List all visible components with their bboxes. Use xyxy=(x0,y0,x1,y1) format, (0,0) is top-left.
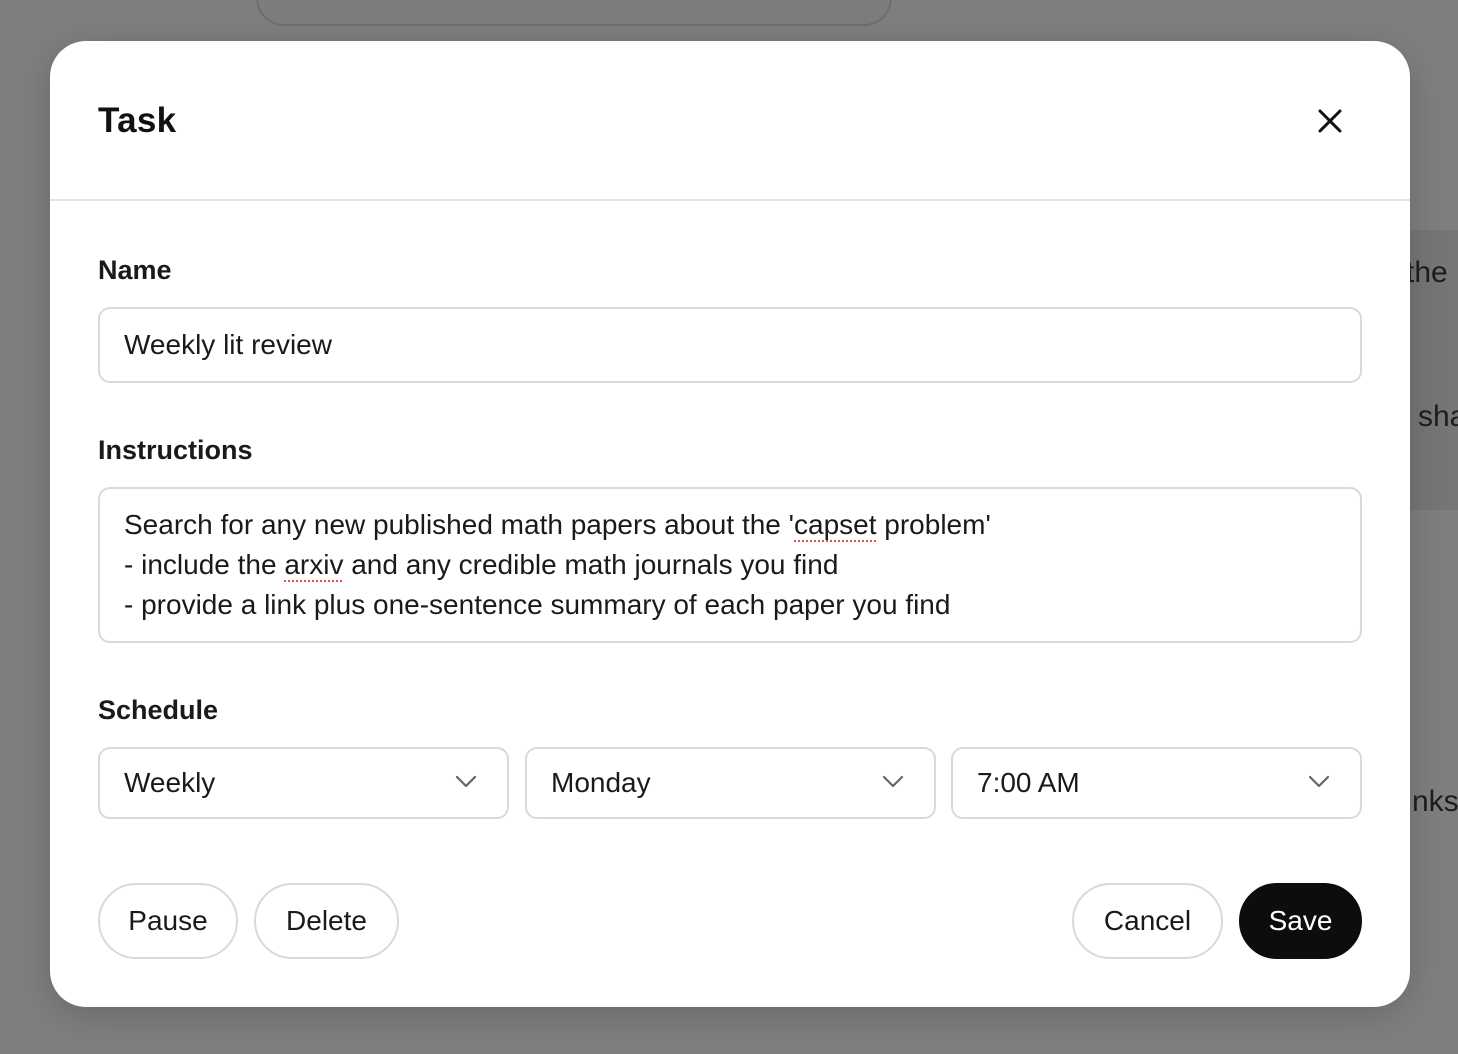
cancel-button[interactable]: Cancel xyxy=(1072,883,1223,959)
background-search-pill xyxy=(256,0,892,26)
instructions-line-3: - provide a link plus one-sentence summa… xyxy=(124,589,951,620)
day-select[interactable]: Monday xyxy=(525,747,936,819)
chevron-down-icon xyxy=(882,775,904,788)
dialog-header: Task xyxy=(50,41,1410,201)
close-icon xyxy=(1318,109,1342,133)
instructions-line-1: Search for any new published math papers… xyxy=(124,509,991,540)
save-button[interactable]: Save xyxy=(1239,883,1362,959)
pause-button[interactable]: Pause xyxy=(98,883,238,959)
task-dialog: Task Name Weekly lit review Instructions… xyxy=(50,41,1410,1007)
close-button[interactable] xyxy=(1310,101,1350,141)
name-input[interactable]: Weekly lit review xyxy=(98,307,1362,383)
background-text-fragment: sha xyxy=(1418,400,1458,433)
dialog-title: Task xyxy=(98,101,177,140)
time-select[interactable]: 7:00 AM xyxy=(951,747,1362,819)
chevron-down-icon xyxy=(455,775,477,788)
time-value: 7:00 AM xyxy=(977,767,1080,798)
background-text-fragment: nks xyxy=(1412,785,1458,818)
misspelled-word: capset xyxy=(794,509,877,540)
name-label: Name xyxy=(98,255,172,285)
instructions-label: Instructions xyxy=(98,435,253,465)
misspelled-word: arxiv xyxy=(284,549,344,580)
schedule-label: Schedule xyxy=(98,695,219,725)
background-text-fragment: the xyxy=(1406,256,1448,289)
instructions-textarea[interactable]: Search for any new published math papers… xyxy=(98,487,1362,643)
delete-button[interactable]: Delete xyxy=(254,883,399,959)
frequency-value: Weekly xyxy=(124,767,216,798)
day-value: Monday xyxy=(551,767,651,798)
chevron-down-icon xyxy=(1308,775,1330,788)
frequency-select[interactable]: Weekly xyxy=(98,747,509,819)
instructions-line-2: - include the arxiv and any credible mat… xyxy=(124,549,839,580)
